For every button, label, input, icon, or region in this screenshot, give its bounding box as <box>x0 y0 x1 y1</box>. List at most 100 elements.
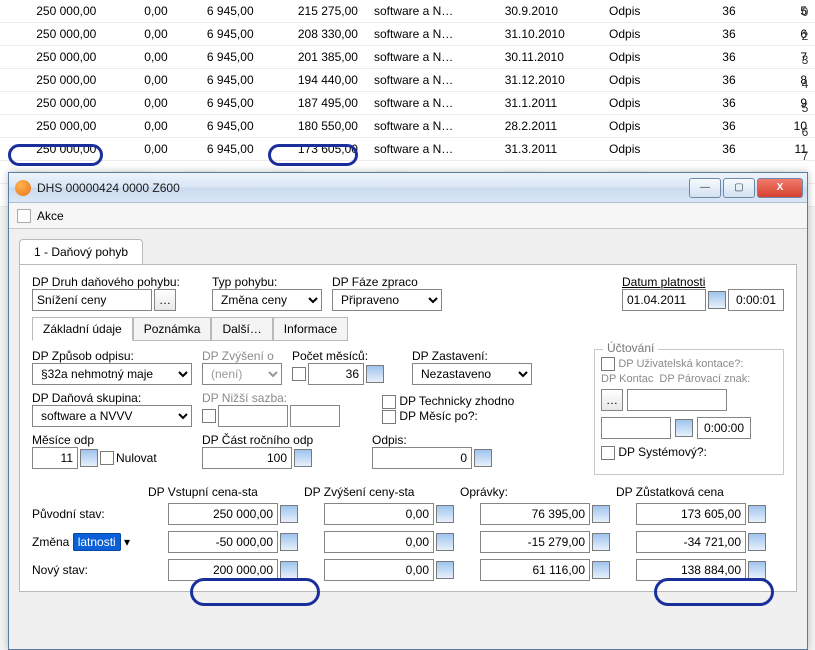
table-row[interactable]: 250 000,000,006 945,00208 330,00software… <box>0 23 815 46</box>
acc-input[interactable] <box>627 389 727 411</box>
calc-icon[interactable] <box>436 561 454 579</box>
label-castroc: DP Část ročního odp <box>202 433 313 447</box>
chk-mesicpo[interactable] <box>382 410 396 424</box>
change-select[interactable]: latnosti <box>73 533 121 551</box>
input-mesicu[interactable] <box>308 363 364 385</box>
label-druh: DP Druh daňového pohybu: <box>32 275 180 289</box>
legend-accounting: Účtování <box>603 341 658 355</box>
fieldset-accounting: Účtování DP Uživatelská kontace?: DP Kon… <box>594 349 784 475</box>
calc-icon[interactable] <box>366 365 384 383</box>
input-time[interactable] <box>728 289 784 311</box>
subtab-more[interactable]: Další… <box>211 317 272 341</box>
summary-label: Původní stav: <box>32 507 142 521</box>
summary-value[interactable] <box>480 559 590 581</box>
summary-value[interactable] <box>480 503 590 525</box>
calc-icon[interactable] <box>436 505 454 523</box>
table-row[interactable]: 250 000,000,006 945,00201 385,00software… <box>0 46 815 69</box>
input-mesodp[interactable] <box>32 447 78 469</box>
summary-label: Změna latnosti ▾ <box>32 535 142 549</box>
calendar-icon[interactable] <box>675 419 693 437</box>
minimize-button[interactable]: — <box>689 178 721 198</box>
calc-icon[interactable] <box>280 505 298 523</box>
calc-icon[interactable] <box>436 533 454 551</box>
table-row[interactable]: 250 000,000,006 945,00173 605,00software… <box>0 138 815 161</box>
summary-value[interactable] <box>480 531 590 553</box>
chk-sys[interactable] <box>601 446 615 460</box>
subtab-note[interactable]: Poznámka <box>133 317 212 341</box>
input-platnost[interactable] <box>622 289 706 311</box>
chk-tech[interactable] <box>382 395 396 409</box>
table-row[interactable]: 250 000,000,006 945,00180 550,00software… <box>0 115 815 138</box>
summary-value[interactable] <box>168 531 278 553</box>
label-sys: DP Systémový?: <box>618 445 706 459</box>
calc-icon[interactable] <box>592 561 610 579</box>
col-zustat: DP Zůstatková cena <box>616 485 766 499</box>
acc-date[interactable] <box>601 417 671 439</box>
chk-nulovat[interactable] <box>100 451 114 465</box>
input-nizsi[interactable] <box>218 405 288 427</box>
select-dskup[interactable]: software a NVVV <box>32 405 192 427</box>
table-row[interactable]: 250 000,000,006 945,00187 495,00software… <box>0 92 815 115</box>
input-druh[interactable] <box>32 289 152 311</box>
col-vstupni: DP Vstupní cena-sta <box>148 485 298 499</box>
table-row[interactable]: 250 000,000,006 945,00215 275,00software… <box>0 0 815 23</box>
action-menu[interactable]: Akce <box>37 209 64 223</box>
subtab-basic[interactable]: Základní údaje <box>32 317 133 341</box>
col-zvyseni: DP Zvýšení ceny-sta <box>304 485 454 499</box>
summary-value[interactable] <box>168 503 278 525</box>
col-opravky: Oprávky: <box>460 485 610 499</box>
label-zvysenio: DP Zvýšení o <box>202 349 274 363</box>
summary-value[interactable] <box>636 531 746 553</box>
calc-icon[interactable] <box>474 449 492 467</box>
label-odpis: Odpis: <box>372 433 407 447</box>
select-zvysenio[interactable]: (není) <box>202 363 282 385</box>
label-mesodp: Měsíce odp <box>32 433 94 447</box>
summary-grid: DP Vstupní cena-sta DP Zvýšení ceny-sta … <box>32 485 784 581</box>
browse-druh[interactable]: … <box>154 289 176 311</box>
label-nizsi: DP Nižší sazba: <box>202 391 287 405</box>
chk-mesicu[interactable] <box>292 367 306 381</box>
action-icon <box>17 209 31 223</box>
calendar-icon[interactable] <box>708 291 726 309</box>
chk-acc1[interactable] <box>601 357 615 371</box>
summary-value[interactable] <box>168 559 278 581</box>
summary-value[interactable] <box>324 503 434 525</box>
tab-tax-movement[interactable]: 1 - Daňový pohyb <box>19 239 143 264</box>
chk-nizsi[interactable] <box>202 409 216 423</box>
titlebar[interactable]: DHS 00000424 0000 Z600 — ▢ X <box>9 173 807 203</box>
app-icon <box>15 180 31 196</box>
acc-time[interactable] <box>697 417 751 439</box>
label-dskup: DP Daňová skupina: <box>32 391 141 405</box>
close-button[interactable]: X <box>757 178 803 198</box>
maximize-button[interactable]: ▢ <box>723 178 755 198</box>
label-mesicu: Počet měsíců: <box>292 349 368 363</box>
summary-value[interactable] <box>636 503 746 525</box>
label-zastaveni: DP Zastavení: <box>412 349 488 363</box>
calc-icon[interactable] <box>592 505 610 523</box>
summary-value[interactable] <box>324 531 434 553</box>
select-zastaveni[interactable]: Nezastaveno <box>412 363 532 385</box>
label-tech: DP Technicky zhodno <box>399 394 514 408</box>
label-faze: DP Fáze zpraco <box>332 275 418 289</box>
calc-icon[interactable] <box>80 449 98 467</box>
select-typ[interactable]: Změna ceny <box>212 289 322 311</box>
calc-icon[interactable] <box>748 561 766 579</box>
calc-icon[interactable] <box>592 533 610 551</box>
input-nizsi2[interactable] <box>290 405 340 427</box>
calc-icon[interactable] <box>280 561 298 579</box>
select-faze[interactable]: Připraveno <box>332 289 442 311</box>
calc-icon[interactable] <box>294 449 312 467</box>
input-odpis[interactable] <box>372 447 472 469</box>
calc-icon[interactable] <box>280 533 298 551</box>
calc-icon[interactable] <box>748 505 766 523</box>
summary-value[interactable] <box>324 559 434 581</box>
calc-icon[interactable] <box>748 533 766 551</box>
label-mesicpo: DP Měsíc po?: <box>399 409 477 423</box>
subtab-info[interactable]: Informace <box>273 317 348 341</box>
table-row[interactable]: 250 000,000,006 945,00194 440,00software… <box>0 69 815 92</box>
dialog-window: DHS 00000424 0000 Z600 — ▢ X Akce 1 - Da… <box>8 172 808 650</box>
summary-value[interactable] <box>636 559 746 581</box>
select-zpusob[interactable]: §32a nehmotný maje <box>32 363 192 385</box>
acc-browse[interactable]: … <box>601 389 623 411</box>
input-castroc[interactable] <box>202 447 292 469</box>
